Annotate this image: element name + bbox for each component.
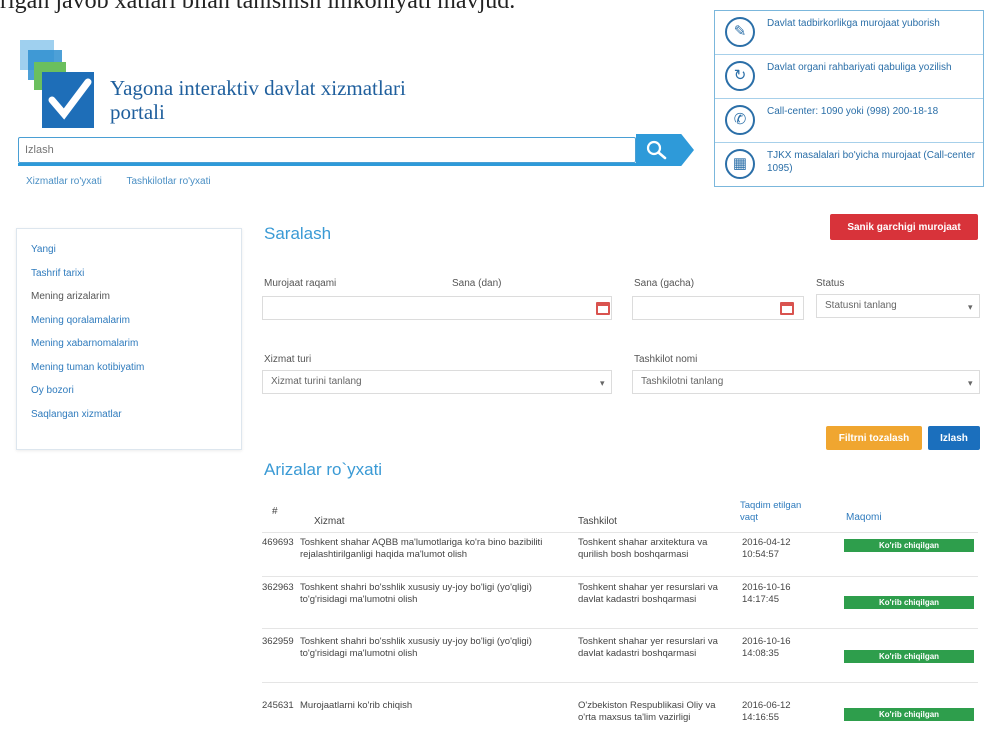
- request-number-input[interactable]: [262, 296, 612, 320]
- info-text: Call-center: 1090 yoki (998) 200-18-18: [767, 106, 939, 117]
- col-header-number: #: [272, 506, 278, 517]
- contact-info-box: ✎ Davlat tadbirkorlikga murojaat yuboris…: [714, 10, 984, 187]
- search-underline: [18, 163, 638, 166]
- document-edit-icon: ✎: [725, 17, 755, 47]
- col-header-service: Xizmat: [314, 516, 345, 527]
- row-id: 362963: [262, 582, 294, 593]
- status-badge: Ko'rib chiqilgan: [844, 708, 974, 721]
- row-time: 2016-10-16 14:17:45: [742, 582, 791, 605]
- info-row-tjkx[interactable]: ▦ TJKX masalalari bo'yicha murojaat (Cal…: [715, 143, 983, 187]
- col-header-submitted-time[interactable]: Taqdim etilgan vaqt: [740, 500, 812, 524]
- portal-logo-icon[interactable]: [20, 40, 98, 132]
- row-divider: [262, 576, 978, 577]
- sidebar-item-market[interactable]: Oy bozori: [31, 384, 227, 398]
- status-label: Status: [816, 278, 845, 289]
- service-type-chevron-down-icon: ▾: [600, 378, 605, 388]
- search-input[interactable]: [18, 137, 636, 163]
- row-time: 2016-06-12 14:16:55: [742, 700, 791, 723]
- row-organization: Toshkent shahar yer resurslari va davlat…: [578, 582, 718, 605]
- refresh-icon: ↻: [725, 61, 755, 91]
- date-to-input[interactable]: [632, 296, 804, 320]
- status-chevron-down-icon: ▾: [968, 302, 973, 312]
- phone-icon: ✆: [725, 105, 755, 135]
- col-header-organization: Tashkilot: [578, 516, 617, 527]
- info-text: Davlat organi rahbariyati qabuliga yozil…: [767, 62, 952, 73]
- info-text: Davlat tadbirkorlikga murojaat yuborish: [767, 18, 940, 29]
- row-divider: [262, 682, 978, 683]
- sidebar-item-notifications[interactable]: Mening xabarnomalarim: [31, 337, 227, 351]
- organization-chevron-down-icon: ▾: [968, 378, 973, 388]
- new-request-button[interactable]: Sanik garchigi murojaat: [830, 214, 978, 240]
- filter-search-button[interactable]: Izlash: [928, 426, 980, 450]
- organization-label: Tashkilot nomi: [634, 354, 698, 365]
- sidebar-item-my-requests[interactable]: Mening arizalarim: [31, 290, 227, 304]
- sidebar-item-new[interactable]: Yangi: [31, 243, 227, 257]
- status-badge: Ko'rib chiqilgan: [844, 596, 974, 609]
- info-row-call-center[interactable]: ✆ Call-center: 1090 yoki (998) 200-18-18: [715, 99, 983, 143]
- sidebar-item-drafts[interactable]: Mening qoralamalarim: [31, 314, 227, 328]
- row-id: 245631: [262, 700, 294, 711]
- row-organization: Toshkent shahar arxitektura va qurilish …: [578, 537, 708, 560]
- building-icon: ▦: [725, 149, 755, 179]
- sidebar-item-district[interactable]: Mening tuman kotibiyatim: [31, 361, 227, 375]
- date-from-label: Sana (dan): [452, 278, 502, 289]
- requests-title: Arizalar ro`yxati: [264, 460, 383, 479]
- info-row-tadbirkor[interactable]: ✎ Davlat tadbirkorlikga murojaat yuboris…: [715, 11, 983, 55]
- date-to-calendar-icon[interactable]: [780, 302, 794, 315]
- search-button[interactable]: [636, 134, 694, 166]
- row-organization: Toshkent shahar yer resurslari va davlat…: [578, 636, 718, 659]
- info-row-qabul[interactable]: ↻ Davlat organi rahbariyati qabuliga yoz…: [715, 55, 983, 99]
- clear-filter-button[interactable]: Filtrni tozalash: [826, 426, 922, 450]
- row-time: 2016-10-16 14:08:35: [742, 636, 791, 659]
- search-icon: [646, 140, 667, 160]
- table-header-divider: [262, 532, 978, 533]
- date-from-calendar-icon[interactable]: [596, 302, 610, 315]
- status-badge: Ko'rib chiqilgan: [844, 539, 974, 552]
- portal-title: Yagona interaktiv davlat xizmatlari port…: [110, 76, 406, 124]
- row-service[interactable]: Murojaatlarni ko'rib chiqish: [300, 700, 572, 712]
- row-organization: O'zbekiston Respublikasi Oliy va o'rta m…: [578, 700, 716, 723]
- row-time: 2016-04-12 10:54:57: [742, 537, 791, 560]
- status-select[interactable]: Statusni tanlang: [816, 294, 980, 318]
- service-type-select[interactable]: Xizmat turini tanlang: [262, 370, 612, 394]
- date-to-label: Sana (gacha): [634, 278, 695, 289]
- row-divider: [262, 628, 978, 629]
- row-service[interactable]: Toshkent shahar AQBB ma'lumotlariga ko'r…: [300, 537, 572, 561]
- filter-title: Saralash: [264, 224, 332, 243]
- request-number-label: Murojaat raqami: [264, 278, 337, 289]
- col-header-status[interactable]: Maqomi: [846, 512, 882, 523]
- sidebar: Yangi Tashrif tarixi Mening arizalarim M…: [16, 228, 242, 450]
- row-service[interactable]: Toshkent shahri bo'sshlik xususiy uy-joy…: [300, 636, 572, 660]
- sidebar-item-saved[interactable]: Saqlangan xizmatlar: [31, 408, 227, 422]
- services-list-link[interactable]: Xizmatlar ro'yxati: [26, 176, 102, 187]
- search-links: Xizmatlar ro'yxati Tashkilotlar ro'yxati: [26, 176, 233, 187]
- info-text: TJKX masalalari bo'yicha murojaat (Call-…: [767, 150, 976, 174]
- sidebar-item-history[interactable]: Tashrif tarixi: [31, 267, 227, 281]
- row-id: 469693: [262, 537, 294, 548]
- row-id: 362959: [262, 636, 294, 647]
- status-badge: Ko'rib chiqilgan: [844, 650, 974, 663]
- row-service[interactable]: Toshkent shahri bo'sshlik xususiy uy-joy…: [300, 582, 572, 606]
- organization-select[interactable]: Tashkilotni tanlang: [632, 370, 980, 394]
- organizations-list-link[interactable]: Tashkilotlar ro'yxati: [126, 176, 210, 187]
- service-type-label: Xizmat turi: [264, 354, 312, 365]
